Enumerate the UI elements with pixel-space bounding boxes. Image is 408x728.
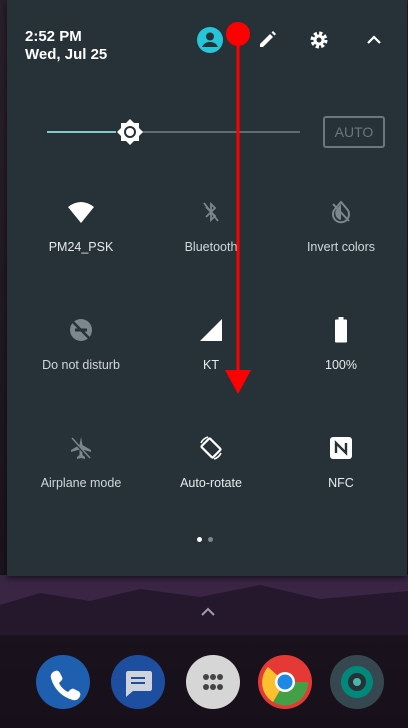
do-not-disturb-icon	[70, 319, 92, 341]
tile-nfc[interactable]: NFC	[274, 434, 408, 504]
tile-label: NFC	[328, 476, 354, 490]
tile-cellular[interactable]: KT	[144, 316, 278, 386]
edit-icon[interactable]	[253, 26, 281, 54]
tile-bluetooth[interactable]: Bluetooth	[144, 198, 278, 268]
wifi-icon	[68, 202, 94, 223]
tile-wifi[interactable]: PM24_PSK	[14, 198, 148, 268]
dock	[0, 640, 408, 728]
clock-time[interactable]: 2:52 PM	[25, 28, 82, 45]
auto-brightness-button[interactable]: AUTO	[323, 116, 385, 148]
settings-icon[interactable]	[305, 26, 333, 54]
camera-app-icon[interactable]	[330, 655, 384, 709]
tile-label: Do not disturb	[42, 358, 120, 372]
quick-settings-panel: 2:52 PM Wed, Jul 25 AUTO PM24_PSK Blueto…	[7, 0, 407, 576]
tile-label: 100%	[325, 358, 357, 372]
page-dot-active	[197, 537, 202, 542]
app-drawer-icon[interactable]	[186, 655, 240, 709]
brightness-track-filled[interactable]	[47, 131, 117, 133]
collapse-icon[interactable]	[360, 26, 388, 54]
bluetooth-icon	[203, 201, 219, 223]
date[interactable]: Wed, Jul 25	[25, 46, 107, 63]
tile-airplane-mode[interactable]: Airplane mode	[14, 434, 148, 504]
tile-label: PM24_PSK	[48, 240, 114, 254]
messages-app-icon[interactable]	[111, 655, 165, 709]
tile-label: Auto-rotate	[180, 476, 242, 490]
tile-auto-rotate[interactable]: Auto-rotate	[144, 434, 278, 504]
tile-battery[interactable]: 100%	[274, 316, 408, 386]
tile-label: KT	[203, 358, 219, 372]
invert-colors-icon	[332, 200, 350, 224]
airplane-icon	[71, 437, 91, 460]
tile-do-not-disturb[interactable]: Do not disturb	[14, 316, 148, 386]
cell-signal-icon	[200, 319, 222, 341]
tile-invert-colors[interactable]: Invert colors	[274, 198, 408, 268]
page-indicator	[195, 536, 219, 544]
chrome-app-icon[interactable]	[258, 655, 312, 709]
tile-label: Bluetooth	[184, 240, 238, 254]
account-icon[interactable]	[196, 26, 224, 54]
app-drawer-up-icon[interactable]	[196, 600, 220, 624]
nfc-icon	[330, 437, 352, 459]
auto-rotate-icon	[200, 436, 222, 460]
tile-label: Invert colors	[306, 240, 376, 254]
page-dot[interactable]	[208, 537, 213, 542]
brightness-thumb-icon[interactable]	[116, 118, 144, 146]
phone-app-icon[interactable]	[36, 655, 90, 709]
brightness-track[interactable]	[142, 131, 300, 133]
tile-label: Airplane mode	[40, 476, 122, 490]
battery-icon	[335, 317, 347, 343]
